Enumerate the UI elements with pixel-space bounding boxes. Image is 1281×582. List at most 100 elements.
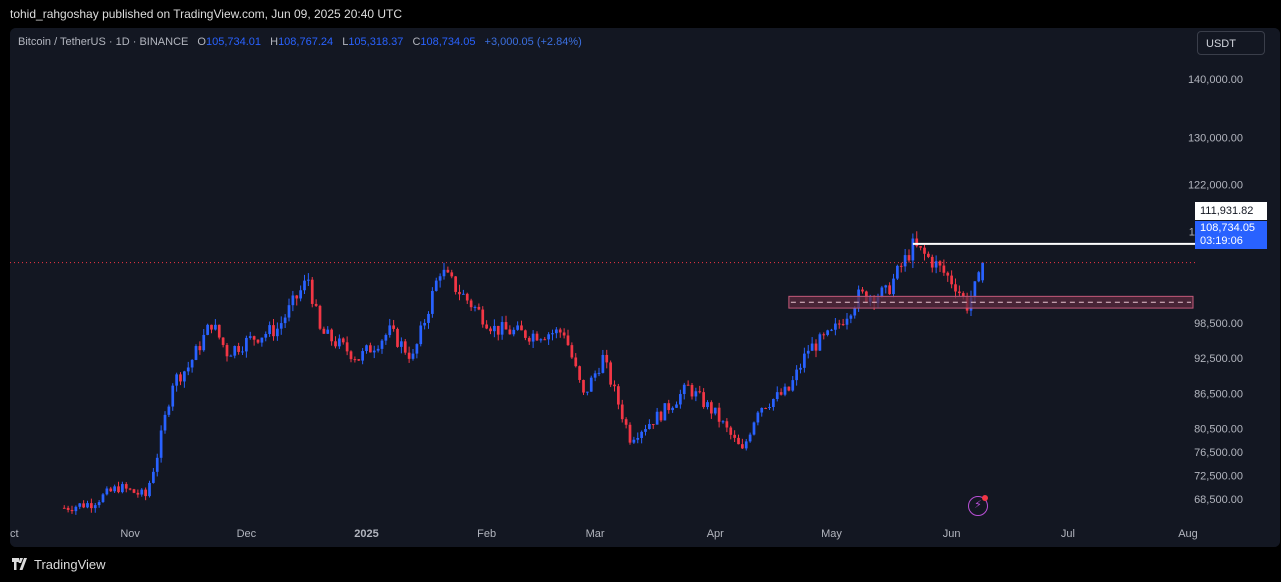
candle-body xyxy=(384,335,388,341)
candle-body xyxy=(880,287,884,297)
candle-countdown: 03:19:06 xyxy=(1200,235,1243,247)
candle-body xyxy=(698,391,702,393)
candle-body xyxy=(163,414,167,431)
candle-body xyxy=(268,325,271,335)
candlestick-chart[interactable]: 140,000.00130,000.00122,000.00114,000.00… xyxy=(10,28,1280,547)
symbol-label: Bitcoin / TetherUS · 1D · BINANCE xyxy=(18,36,189,48)
tradingview-logo-icon xyxy=(12,557,27,570)
candle-body xyxy=(946,272,950,276)
candle-body xyxy=(539,339,543,341)
high-value: 108,767.24 xyxy=(278,36,334,48)
price-axis-label: 72,500.00 xyxy=(1194,471,1243,483)
open-label: O xyxy=(197,36,206,48)
candle-body xyxy=(729,427,733,435)
candle-body xyxy=(113,486,116,492)
candle-body xyxy=(822,334,826,336)
price-axis-label: 92,500.00 xyxy=(1194,353,1243,365)
candle-body xyxy=(403,341,407,353)
candle-body xyxy=(562,332,566,336)
candle-body xyxy=(66,507,70,510)
candle-body xyxy=(613,384,616,387)
candle-body xyxy=(361,351,364,361)
low-value: 105,318.37 xyxy=(348,36,404,48)
candle-body xyxy=(330,329,333,342)
candle-body xyxy=(508,329,512,335)
candle-body xyxy=(493,325,496,332)
candle-body xyxy=(124,484,128,489)
price-axis-label: 140,000.00 xyxy=(1188,74,1243,86)
candle-body xyxy=(210,324,213,330)
chart-frame[interactable]: 140,000.00130,000.00122,000.00114,000.00… xyxy=(10,28,1280,547)
candle-body xyxy=(923,247,926,254)
candle-body xyxy=(295,295,299,299)
candle-body xyxy=(795,369,798,381)
candle-body xyxy=(450,272,454,277)
candle-body xyxy=(686,384,690,386)
candle-body xyxy=(229,355,233,357)
candle-body xyxy=(318,305,322,329)
candle-body xyxy=(287,305,291,318)
candle-body xyxy=(640,431,643,438)
candle-body xyxy=(477,306,481,310)
candle-body xyxy=(469,300,473,308)
candle-body xyxy=(760,407,764,413)
candle-body xyxy=(826,330,829,335)
candle-body xyxy=(202,334,206,351)
candle-body xyxy=(241,351,244,353)
candle-body xyxy=(392,325,395,329)
candle-body xyxy=(520,325,523,331)
candle-body xyxy=(655,411,659,425)
candle-body xyxy=(659,411,663,421)
candle-body xyxy=(485,324,488,329)
candle-body xyxy=(427,313,430,323)
candle-body xyxy=(942,265,946,273)
candle-body xyxy=(651,424,655,426)
candle-body xyxy=(768,407,771,409)
candle-body xyxy=(419,325,423,345)
candle-body xyxy=(597,372,601,374)
open-value: 105,734.01 xyxy=(205,36,262,48)
candle-body xyxy=(845,318,849,325)
currency-button[interactable]: USDT xyxy=(1197,31,1265,55)
candle-body xyxy=(70,509,74,512)
candle-body xyxy=(159,430,163,458)
candle-body xyxy=(803,353,806,368)
candle-body xyxy=(372,350,376,353)
last-price-value: 108,734.05 xyxy=(1200,222,1256,234)
candle-body xyxy=(62,507,66,509)
candle-body xyxy=(206,324,209,335)
candle-body xyxy=(733,434,736,438)
candle-body xyxy=(578,366,581,380)
candle-body xyxy=(814,343,818,351)
footer-brand: TradingView xyxy=(34,557,106,572)
candle-body xyxy=(934,261,938,268)
candle-body xyxy=(307,279,310,281)
candle-body xyxy=(593,373,597,378)
candle-body xyxy=(175,374,178,386)
candle-body xyxy=(977,272,981,282)
candle-body xyxy=(186,367,190,372)
candle-body xyxy=(221,337,225,345)
candle-body xyxy=(376,348,380,351)
candle-body xyxy=(400,341,403,347)
candle-body xyxy=(620,404,624,420)
candle-body xyxy=(388,325,392,336)
candle-body xyxy=(706,402,709,408)
candle-body xyxy=(543,339,547,341)
time-axis-label: Dec xyxy=(237,528,257,540)
ohlc-legend: Bitcoin / TetherUS · 1D · BINANCE O105,7… xyxy=(18,36,582,48)
candle-body xyxy=(930,256,934,268)
candle-body xyxy=(322,328,326,334)
candle-body xyxy=(682,384,686,395)
candle-body xyxy=(756,412,760,423)
candle-body xyxy=(589,377,593,392)
candle-body xyxy=(136,492,140,495)
candle-body xyxy=(586,391,589,393)
candle-body xyxy=(152,471,155,483)
candle-body xyxy=(721,421,725,423)
candle-body xyxy=(911,238,915,261)
time-axis-label: Nov xyxy=(120,528,140,540)
candle-body xyxy=(748,434,752,442)
candle-body xyxy=(853,308,857,316)
publisher-bar: tohid_rahgoshay published on TradingView… xyxy=(0,0,1281,28)
